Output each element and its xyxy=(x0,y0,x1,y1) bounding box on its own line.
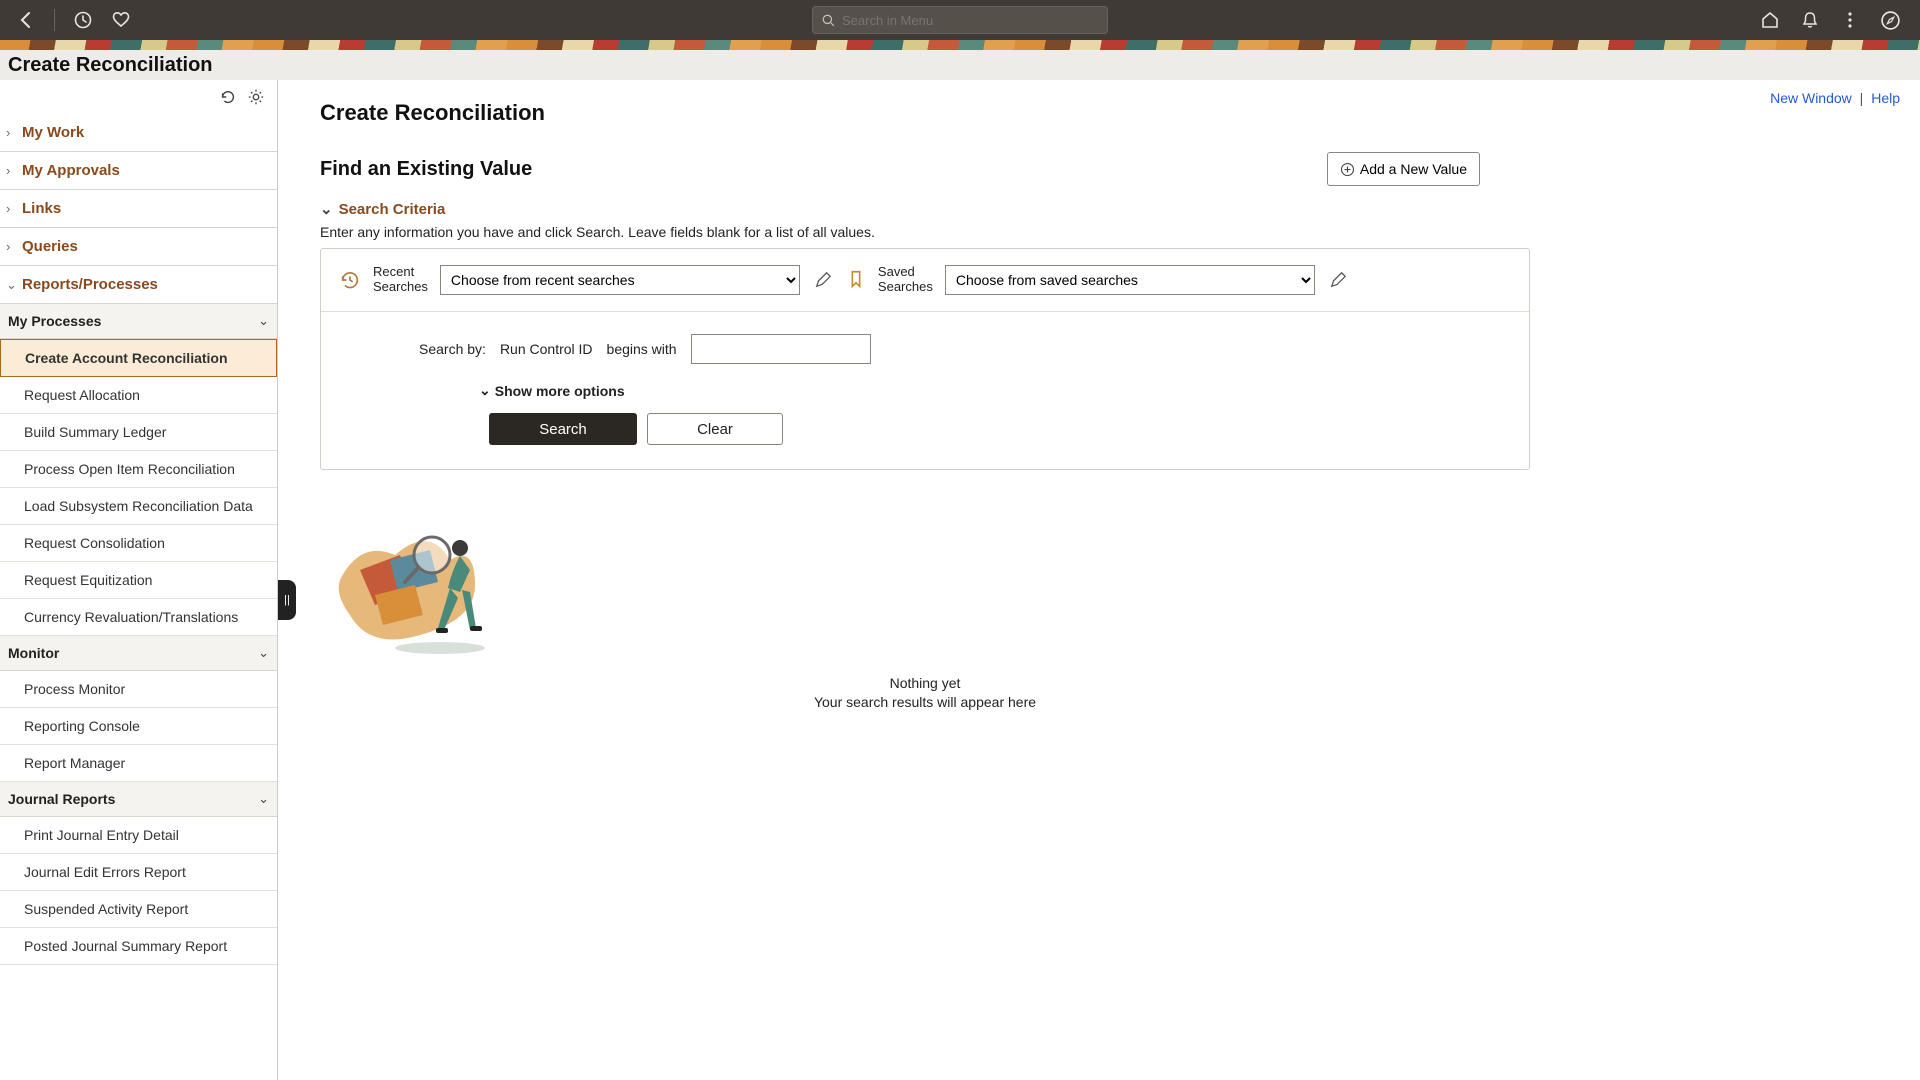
nav-item-process-open-item-reconciliation[interactable]: Process Open Item Reconciliation xyxy=(0,451,277,488)
page-title: Create Reconciliation xyxy=(8,54,213,77)
nav-item-print-journal-entry-detail[interactable]: Print Journal Entry Detail xyxy=(0,817,277,854)
content-heading: Create Reconciliation xyxy=(320,100,1878,126)
empty-state: Nothing yet Your search results will app… xyxy=(320,500,1530,710)
find-existing-heading: Find an Existing Value xyxy=(320,158,532,181)
chevron-down-icon: ⌄ xyxy=(6,277,18,293)
empty-title: Nothing yet xyxy=(320,674,1530,694)
recent-searches-label: Recent Searches xyxy=(373,265,428,295)
group-my-processes[interactable]: My Processes⌄ xyxy=(0,304,277,339)
menu-search-input[interactable] xyxy=(842,13,1099,28)
history-icon xyxy=(339,269,361,291)
nav-item-request-equitization[interactable]: Request Equitization xyxy=(0,562,277,599)
page-top-links: New Window | Help xyxy=(1770,90,1900,106)
nav-section-links[interactable]: ›Links xyxy=(0,190,277,228)
menu-search[interactable] xyxy=(812,6,1108,34)
bookmark-icon xyxy=(846,269,866,291)
page-title-bar: Create Reconciliation xyxy=(0,50,1920,80)
saved-searches-label: Saved Searches xyxy=(878,265,933,295)
compass-icon[interactable] xyxy=(1876,6,1904,34)
search-criteria-toggle[interactable]: ⌄ Search Criteria xyxy=(320,200,1878,218)
left-nav: ›My Work ›My Approvals ›Links ›Queries ⌄… xyxy=(0,80,278,1080)
sidebar-collapse-handle[interactable]: || xyxy=(278,580,296,620)
recent-icon[interactable] xyxy=(69,6,97,34)
new-window-link[interactable]: New Window xyxy=(1770,90,1852,106)
gear-icon[interactable] xyxy=(245,86,267,108)
nav-item-report-manager[interactable]: Report Manager xyxy=(0,745,277,782)
nav-section-reports-processes[interactable]: ⌄Reports/Processes xyxy=(0,266,277,304)
nav-item-load-subsystem-reconciliation-data[interactable]: Load Subsystem Reconciliation Data xyxy=(0,488,277,525)
main-content: New Window | Help Create Reconciliation … xyxy=(278,80,1920,1080)
help-link[interactable]: Help xyxy=(1871,90,1900,106)
search-field-name: Run Control ID xyxy=(500,341,593,357)
nav-item-posted-journal-summary-report[interactable]: Posted Journal Summary Report xyxy=(0,928,277,965)
nav-section-my-work[interactable]: ›My Work xyxy=(0,114,277,152)
group-monitor[interactable]: Monitor⌄ xyxy=(0,636,277,671)
separator xyxy=(54,9,55,31)
search-operator: begins with xyxy=(607,341,677,357)
search-criteria-hint: Enter any information you have and click… xyxy=(320,224,1878,240)
nav-item-journal-edit-errors-report[interactable]: Journal Edit Errors Report xyxy=(0,854,277,891)
brand-ribbon xyxy=(0,40,1920,50)
chevron-down-icon: ⌄ xyxy=(258,645,269,661)
actions-icon[interactable] xyxy=(1836,6,1864,34)
edit-saved-icon[interactable] xyxy=(1327,269,1349,291)
clear-button[interactable]: Clear xyxy=(647,413,783,445)
empty-subtitle: Your search results will appear here xyxy=(320,694,1530,710)
show-more-options-toggle[interactable]: ⌄ Show more options xyxy=(479,382,1511,399)
nav-item-create-account-reconciliation[interactable]: Create Account Reconciliation xyxy=(0,339,277,377)
nav-item-request-consolidation[interactable]: Request Consolidation xyxy=(0,525,277,562)
back-icon[interactable] xyxy=(12,6,40,34)
favorite-icon[interactable] xyxy=(107,6,135,34)
nav-item-reporting-console[interactable]: Reporting Console xyxy=(0,708,277,745)
nav-item-suspended-activity-report[interactable]: Suspended Activity Report xyxy=(0,891,277,928)
chevron-down-icon: ⌄ xyxy=(258,791,269,807)
chevron-down-icon: ⌄ xyxy=(320,200,333,218)
refresh-icon[interactable] xyxy=(217,86,239,108)
nav-item-process-monitor[interactable]: Process Monitor xyxy=(0,671,277,708)
search-value-input[interactable] xyxy=(691,334,871,364)
recent-searches-select[interactable]: Choose from recent searches xyxy=(440,265,800,295)
home-icon[interactable] xyxy=(1756,6,1784,34)
plus-circle-icon xyxy=(1340,162,1355,177)
chevron-down-icon: ⌄ xyxy=(479,382,491,399)
empty-illustration xyxy=(320,500,1530,660)
notifications-icon[interactable] xyxy=(1796,6,1824,34)
nav-item-build-summary-ledger[interactable]: Build Summary Ledger xyxy=(0,414,277,451)
global-header xyxy=(0,0,1920,40)
saved-searches-select[interactable]: Choose from saved searches xyxy=(945,265,1315,295)
search-icon xyxy=(821,13,836,28)
nav-section-queries[interactable]: ›Queries xyxy=(0,228,277,266)
chevron-down-icon: ⌄ xyxy=(258,313,269,329)
group-journal-reports[interactable]: Journal Reports⌄ xyxy=(0,782,277,817)
search-by-label: Search by: xyxy=(419,341,486,357)
search-button[interactable]: Search xyxy=(489,413,637,445)
nav-section-my-approvals[interactable]: ›My Approvals xyxy=(0,152,277,190)
nav-item-request-allocation[interactable]: Request Allocation xyxy=(0,377,277,414)
search-criteria-box: Recent Searches Choose from recent searc… xyxy=(320,248,1530,470)
edit-recent-icon[interactable] xyxy=(812,269,834,291)
nav-item-currency-revaluation-translations[interactable]: Currency Revaluation/Translations xyxy=(0,599,277,636)
add-new-value-button[interactable]: Add a New Value xyxy=(1327,152,1480,186)
